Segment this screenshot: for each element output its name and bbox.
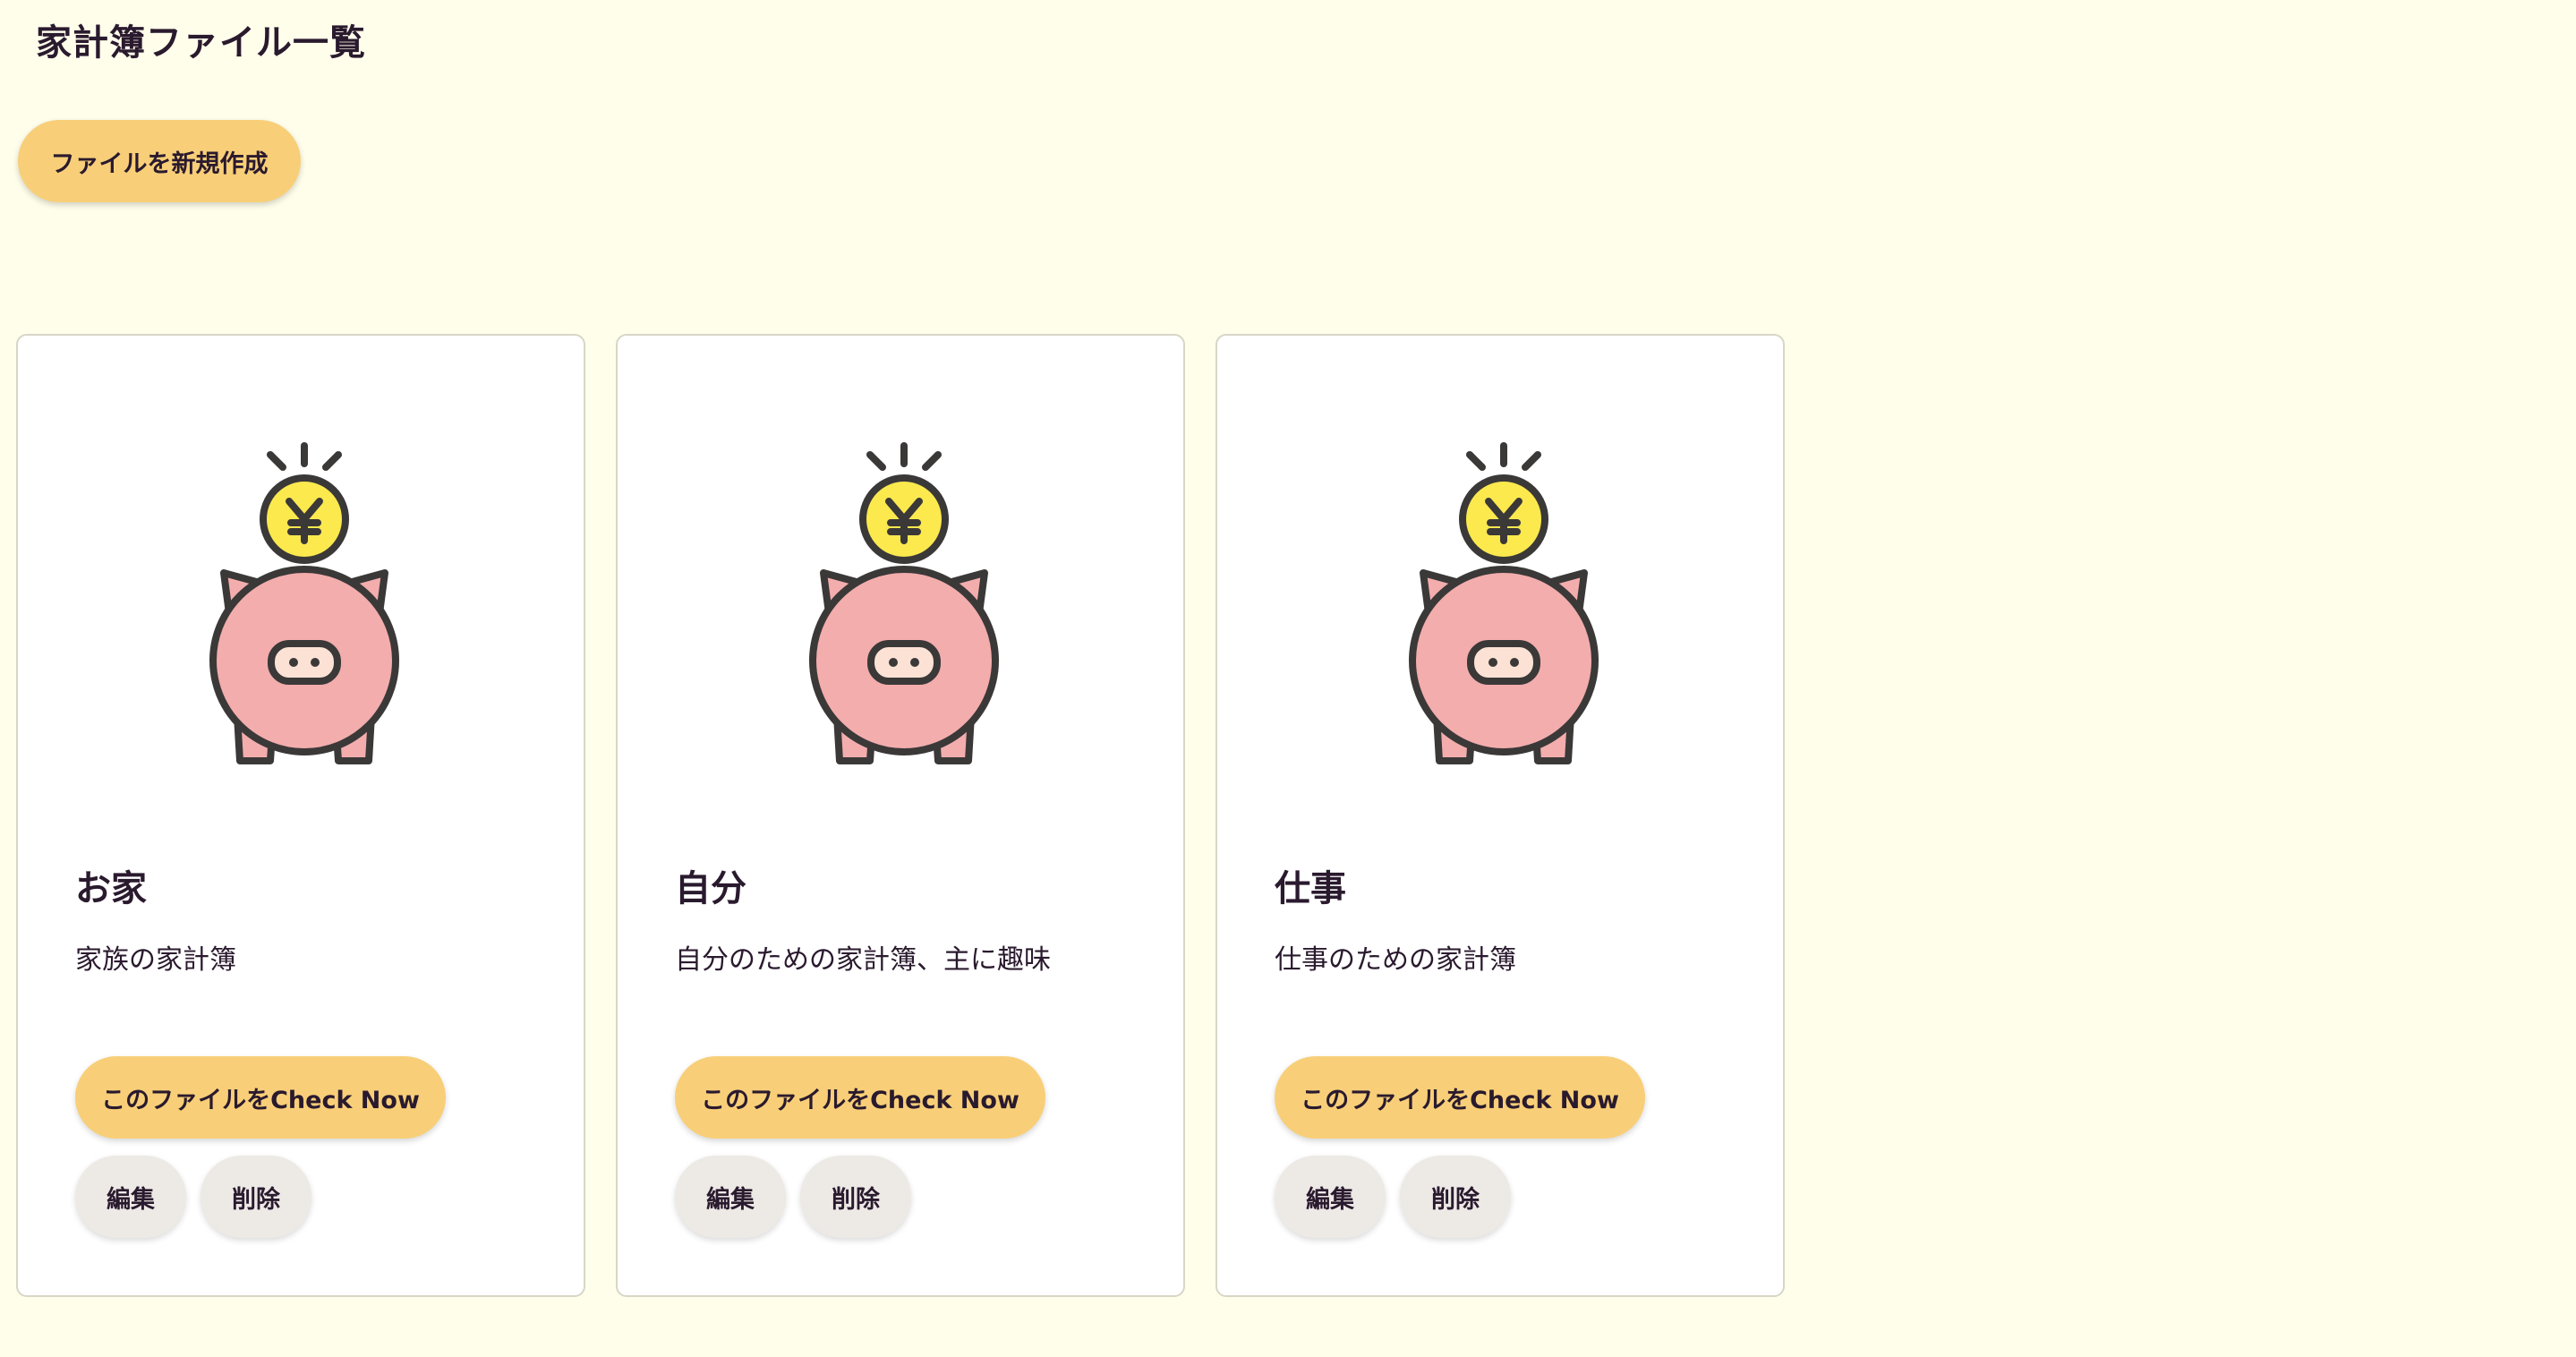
check-now-button[interactable]: このファイルをCheck Now [675, 1056, 1045, 1139]
new-file-button[interactable]: ファイルを新規作成 [18, 120, 301, 202]
card-title: 仕事 [1275, 868, 1346, 909]
check-now-button[interactable]: このファイルをCheck Now [75, 1056, 446, 1139]
file-card: お家 家族の家計簿 このファイルをCheck Now 編集 削除 [16, 334, 585, 1297]
card-description: 仕事のための家計簿 [1275, 944, 1516, 976]
card-title: 自分 [675, 868, 746, 909]
file-card-list: お家 家族の家計簿 このファイルをCheck Now 編集 削除 自分 自分のた… [16, 334, 1785, 1297]
edit-button[interactable]: 編集 [1275, 1156, 1386, 1238]
piggy-bank-icon [1409, 442, 1599, 764]
file-card: 自分 自分のための家計簿、主に趣味 このファイルをCheck Now 編集 削除 [616, 334, 1185, 1297]
piggy-bank-icon [209, 442, 399, 764]
card-title: お家 [75, 868, 147, 909]
edit-button[interactable]: 編集 [675, 1156, 786, 1238]
delete-button[interactable]: 削除 [800, 1156, 911, 1238]
piggy-bank-icon [809, 442, 999, 764]
check-now-button[interactable]: このファイルをCheck Now [1275, 1056, 1645, 1139]
edit-button[interactable]: 編集 [75, 1156, 186, 1238]
card-description: 自分のための家計簿、主に趣味 [675, 944, 1051, 976]
delete-button[interactable]: 削除 [1400, 1156, 1511, 1238]
file-card: 仕事 仕事のための家計簿 このファイルをCheck Now 編集 削除 [1215, 334, 1785, 1297]
delete-button[interactable]: 削除 [200, 1156, 311, 1238]
card-description: 家族の家計簿 [75, 944, 236, 976]
page-title: 家計簿ファイル一覧 [36, 22, 366, 64]
